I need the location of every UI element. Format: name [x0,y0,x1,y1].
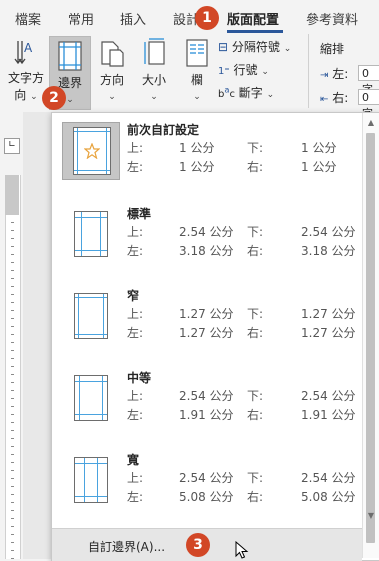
indent-right-input[interactable]: 0 字 [358,89,379,120]
document-area[interactable] [23,112,53,559]
margin-preset-normal[interactable]: 標準 上: 2.54 公分 下: 2.54 公分 左: 3.18 公分 右: 3… [52,197,362,271]
tab-insert[interactable]: 插入 [120,9,146,28]
indent-left-row: ⇥ 左: [320,65,348,82]
mouse-cursor-icon [235,541,249,559]
preset-name: 中等 [127,371,152,385]
chevron-down-icon: ⌄ [30,92,38,102]
preset-name: 窄 [127,289,140,303]
preset-name: 標準 [127,207,152,221]
indent-right-row: ⇤ 右: [320,89,348,106]
line-numbers-icon: 1⁼ [218,66,230,77]
scroll-up-icon[interactable]: ▲ [363,115,379,131]
ribbon-separator [308,34,309,108]
step-badge-3: 3 [186,533,210,557]
chevron-down-icon: ⌄ [193,92,201,102]
line-numbers-button[interactable]: 1⁼ 行號 ⌄ [218,61,269,78]
line-numbers-label: 行號 [233,63,258,77]
preset-thumbnail [62,288,120,346]
text-direction-label-1: 文字方 [7,71,44,85]
orientation-label: 方向 [99,73,124,87]
indent-left-icon: ⇥ [320,70,329,81]
dropdown-scrollbar[interactable]: ▲ ▼ [362,113,379,558]
page-thumbnail [74,211,108,257]
chevron-down-icon: ⌄ [66,95,74,105]
step-badge-2: 2 [42,86,66,110]
preset-thumbnail-selected [62,122,120,180]
breaks-icon: ⊟ [218,40,229,54]
chevron-down-icon: ⌄ [266,90,275,100]
margin-preset-wide[interactable]: 寬 上: 2.54 公分 下: 2.54 公分 左: 5.08 公分 右: 5.… [52,443,362,517]
vertical-ruler[interactable] [5,175,21,559]
orientation-button[interactable]: 方向 ⌄ [93,38,131,102]
ribbon-tab-bar: 檔案 常用 插入 設計 版面配置 參考資料 1 [0,0,379,34]
page-thumbnail [74,375,108,421]
text-direction-icon: A [14,41,33,65]
margins-icon [58,41,82,71]
columns-button[interactable]: 欄 ⌄ [180,38,214,102]
text-direction-label-2: 向 ⌄ [14,88,38,102]
breaks-button[interactable]: ⊟ 分隔符號 ⌄ [218,38,291,55]
tab-references[interactable]: 參考資料 [306,9,358,28]
breaks-label: 分隔符號 [231,40,280,54]
star-icon [84,143,100,159]
preset-name: 寬 [127,453,140,467]
ribbon-layout-group: A 文字方 向 ⌄ 邊界 ⌄ 2 方向 ⌄ 大小 ⌄ 欄 ⌄ ⊟ 分隔符號 ⌄ … [0,34,379,120]
margin-preset-moderate[interactable]: 中等 上: 2.54 公分 下: 2.54 公分 左: 1.91 公分 右: 1… [52,361,362,435]
indent-right-label: 右: [332,91,349,105]
margin-preset-narrow[interactable]: 窄 上: 1.27 公分 下: 1.27 公分 左: 1.27 公分 右: 1.… [52,279,362,353]
hyphenation-label: 斷字 [238,86,263,100]
text-direction-button[interactable]: A 文字方 向 ⌄ [6,38,46,103]
size-label: 大小 [141,73,166,87]
chevron-down-icon: ⌄ [108,92,116,102]
step-badge-1: 1 [195,6,219,30]
preset-thumbnail [62,206,120,264]
tab-layout[interactable]: 版面配置 [227,9,279,28]
custom-margins-label: 自訂邊界(A)... [88,540,166,554]
page-size-icon [144,38,165,65]
chevron-down-icon: ⌄ [261,67,269,77]
page-thumbnail [73,127,111,175]
page-thumbnail [74,457,108,503]
indent-left-input[interactable]: 0 字 [358,65,379,96]
svg-text:A: A [24,41,33,55]
size-button[interactable]: 大小 ⌄ [136,38,172,102]
hyphenation-button[interactable]: bac 斷字 ⌄ [218,84,274,101]
preset-thumbnail [62,370,120,428]
tab-file[interactable]: 檔案 [15,9,41,28]
columns-icon [186,39,208,67]
preset-thumbnail [62,452,120,510]
margin-preset-last-custom[interactable]: 前次自訂設定 上: 1 公分 下: 1 公分 左: 1 公分 右: 1 公分 [52,113,362,187]
preset-name: 前次自訂設定 [127,123,200,137]
margins-dropdown: 前次自訂設定 上: 1 公分 下: 1 公分 左: 1 公分 右: 1 公分 標… [51,112,379,561]
indent-header: 縮排 [320,42,345,56]
hyphenation-icon: bac [218,84,235,100]
indent-left-label: 左: [332,67,349,81]
chevron-down-icon: ⌄ [150,92,158,102]
chevron-down-icon: ⌄ [283,44,292,54]
page-thumbnail [74,293,108,339]
tab-home[interactable]: 常用 [68,9,94,28]
scroll-down-icon[interactable]: ▼ [363,508,379,524]
indent-right-icon: ⇤ [320,94,329,105]
active-tab-indicator [227,30,283,33]
tab-stop-icon[interactable]: ∟ [4,138,20,154]
orientation-icon [101,41,124,67]
vertical-ruler-margin [5,175,19,215]
scrollbar-thumb[interactable] [366,133,375,543]
columns-label: 欄 [190,73,203,87]
